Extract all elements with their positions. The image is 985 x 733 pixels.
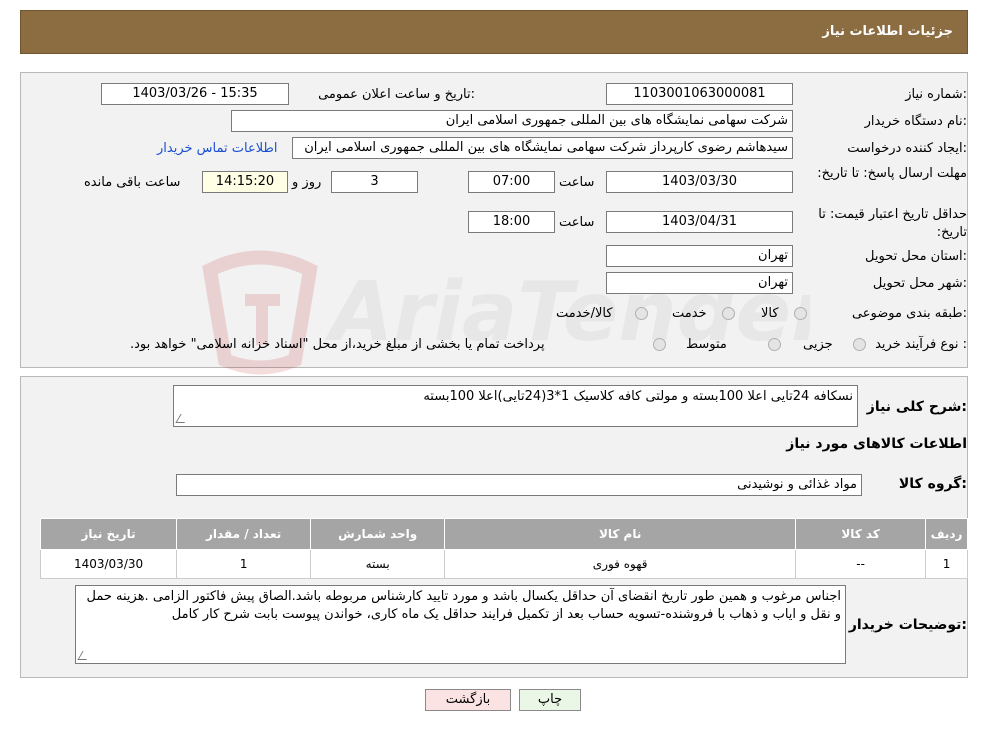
category-radio-goods[interactable]: [794, 307, 807, 320]
buyer-contact-link[interactable]: اطلاعات تماس خریدار: [157, 141, 277, 156]
process-radio-treasury[interactable]: [653, 338, 666, 351]
category-label: طبقه بندی موضوعی:: [851, 306, 967, 321]
process-radio-medium[interactable]: [768, 338, 781, 351]
creator-field: سیدهاشم رضوی کارپرداز شرکت سهامی نمایشگا…: [292, 137, 793, 159]
buyer-notes-text: اجناس مرغوب و همین طور تاریخ انقضای آن ح…: [86, 589, 841, 622]
cell-name: قهوه فوری: [444, 549, 797, 579]
validity-date-field: 1403/04/31: [606, 211, 793, 233]
category-option-goods: کالا: [761, 306, 779, 321]
reply-time-label: ساعت: [559, 175, 595, 190]
col-date-header: تاریخ نیاز: [39, 518, 178, 550]
process-option-minor: جزیی: [803, 337, 833, 352]
creator-label: ایجاد کننده درخواست:: [847, 141, 967, 156]
announce-datetime-field: 1403/03/26 - 15:35: [101, 83, 289, 105]
days-label: روز و: [292, 175, 322, 190]
resize-handle-icon[interactable]: [175, 414, 190, 423]
cell-row: 1: [925, 549, 968, 579]
reply-time-field: 07:00: [468, 171, 555, 193]
process-radio-minor[interactable]: [853, 338, 866, 351]
province-label: استان محل تحویل:: [865, 249, 967, 264]
city-label: شهر محل تحویل:: [872, 276, 967, 291]
category-option-goods-service: کالا/خدمت: [556, 306, 613, 321]
process-option-medium: متوسط: [686, 337, 727, 352]
col-code-header: کد کالا: [795, 518, 927, 550]
goods-group-field: مواد غذائی و نوشیدنی: [176, 474, 862, 496]
table-header-row: ردیف کد کالا نام کالا واحد شمارش تعداد /…: [39, 518, 968, 550]
summary-text: نسکافه 24تایی اعلا 100بسته و مولتی کافه …: [423, 389, 853, 404]
remaining-label: ساعت باقی مانده: [84, 175, 181, 190]
col-qty-header: تعداد / مقدار: [176, 518, 312, 550]
category-radio-goods-service[interactable]: [635, 307, 648, 320]
buyer-org-label: نام دستگاه خریدار:: [864, 114, 967, 129]
summary-textarea[interactable]: نسکافه 24تایی اعلا 100بسته و مولتی کافه …: [173, 385, 858, 427]
cell-qty: 1: [176, 549, 312, 579]
reply-date-field: 1403/03/30: [606, 171, 793, 193]
remaining-time-field: 14:15:20: [202, 171, 288, 193]
col-row-header: ردیف: [925, 518, 968, 550]
page-header: جزئیات اطلاعات نیاز: [20, 10, 968, 54]
days-field: 3: [331, 171, 418, 193]
cell-date: 1403/03/30: [39, 549, 178, 579]
announce-label: تاریخ و ساعت اعلان عمومی:: [318, 87, 475, 102]
goods-group-label: گروه کالا:: [898, 476, 967, 492]
summary-label: شرح کلی نیاز:: [866, 399, 967, 415]
validity-time-label: ساعت: [559, 215, 595, 230]
process-note: پرداخت تمام یا بخشی از مبلغ خرید،از محل …: [130, 337, 545, 352]
buyer-notes-label: توضیحات خریدار:: [848, 617, 967, 633]
table-row: 1 -- قهوه فوری بسته 1 1403/03/30: [39, 549, 968, 579]
buyer-notes-textarea[interactable]: اجناس مرغوب و همین طور تاریخ انقضای آن ح…: [75, 585, 846, 664]
process-label: نوع فرآیند خرید :: [875, 337, 967, 352]
back-button[interactable]: بازگشت: [425, 689, 511, 711]
city-field: تهران: [606, 272, 793, 294]
buyer-org-field: شرکت سهامی نمایشگاه های بین المللی جمهور…: [231, 110, 793, 132]
cell-code: --: [795, 549, 927, 579]
cell-unit: بسته: [310, 549, 446, 579]
col-unit-header: واحد شمارش: [310, 518, 446, 550]
validity-time-field: 18:00: [468, 211, 555, 233]
need-number-field: 1103001063000081: [606, 83, 793, 105]
category-option-service: خدمت: [672, 306, 707, 321]
goods-info-title: اطلاعات کالاهای مورد نیاز: [786, 436, 967, 452]
resize-handle-icon[interactable]: [77, 651, 92, 660]
items-table: ردیف کد کالا نام کالا واحد شمارش تعداد /…: [39, 518, 968, 579]
print-button[interactable]: چاپ: [519, 689, 581, 711]
category-radio-service[interactable]: [722, 307, 735, 320]
need-number-label: شماره نیاز:: [905, 87, 967, 102]
page-title: جزئیات اطلاعات نیاز: [822, 24, 953, 39]
col-name-header: نام کالا: [444, 518, 797, 550]
reply-deadline-label: مهلت ارسال پاسخ: تا تاریخ:: [817, 166, 967, 181]
province-field: تهران: [606, 245, 793, 267]
validity-label: حداقل تاریخ اعتبار قیمت: تا تاریخ:: [818, 207, 967, 240]
